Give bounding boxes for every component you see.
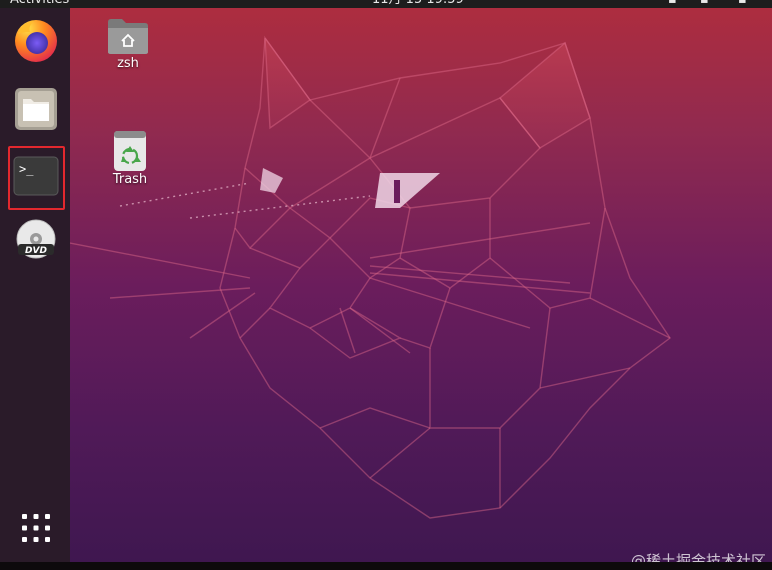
bottom-bar — [0, 562, 772, 570]
dock-item-files[interactable] — [8, 81, 64, 137]
home-folder-icon — [108, 19, 148, 54]
dock: >_ DVD — [0, 8, 70, 562]
dock-item-show-applications[interactable] — [8, 500, 64, 556]
desktop-icon-label: Trash — [112, 172, 148, 187]
app-grid-icon — [22, 514, 50, 542]
desktop[interactable]: zsh Trash @稀土掘金技术社区 — [70, 8, 772, 562]
network-icon[interactable]: ▪ — [668, 0, 677, 8]
power-icon[interactable]: ▪ — [738, 0, 747, 8]
volume-icon[interactable]: ▪ — [700, 0, 709, 8]
wallpaper-cat-illustration — [70, 35, 671, 519]
trash-icon — [114, 131, 146, 171]
dock-item-dvd[interactable]: DVD — [8, 211, 64, 267]
terminal-prompt: >_ — [19, 162, 34, 176]
files-icon — [15, 88, 57, 130]
desktop-icon-trash[interactable]: Trash — [100, 128, 160, 188]
firefox-icon — [15, 20, 57, 62]
terminal-icon: >_ — [13, 156, 59, 196]
top-bar: Activities 11月 15 19:59 ▪ ▪ ▪ — [0, 0, 772, 8]
dvd-icon: DVD — [16, 219, 56, 259]
watermark: @稀土掘金技术社区 — [630, 552, 766, 562]
activities-button[interactable]: Activities — [10, 0, 69, 8]
dvd-label: DVD — [25, 246, 47, 256]
clock[interactable]: 11月 15 19:59 — [372, 0, 464, 8]
dock-item-firefox[interactable] — [8, 12, 64, 68]
desktop-icon-label: zsh — [117, 56, 139, 71]
dock-item-terminal[interactable]: >_ — [8, 148, 64, 204]
desktop-icon-zsh[interactable]: zsh — [98, 16, 158, 72]
